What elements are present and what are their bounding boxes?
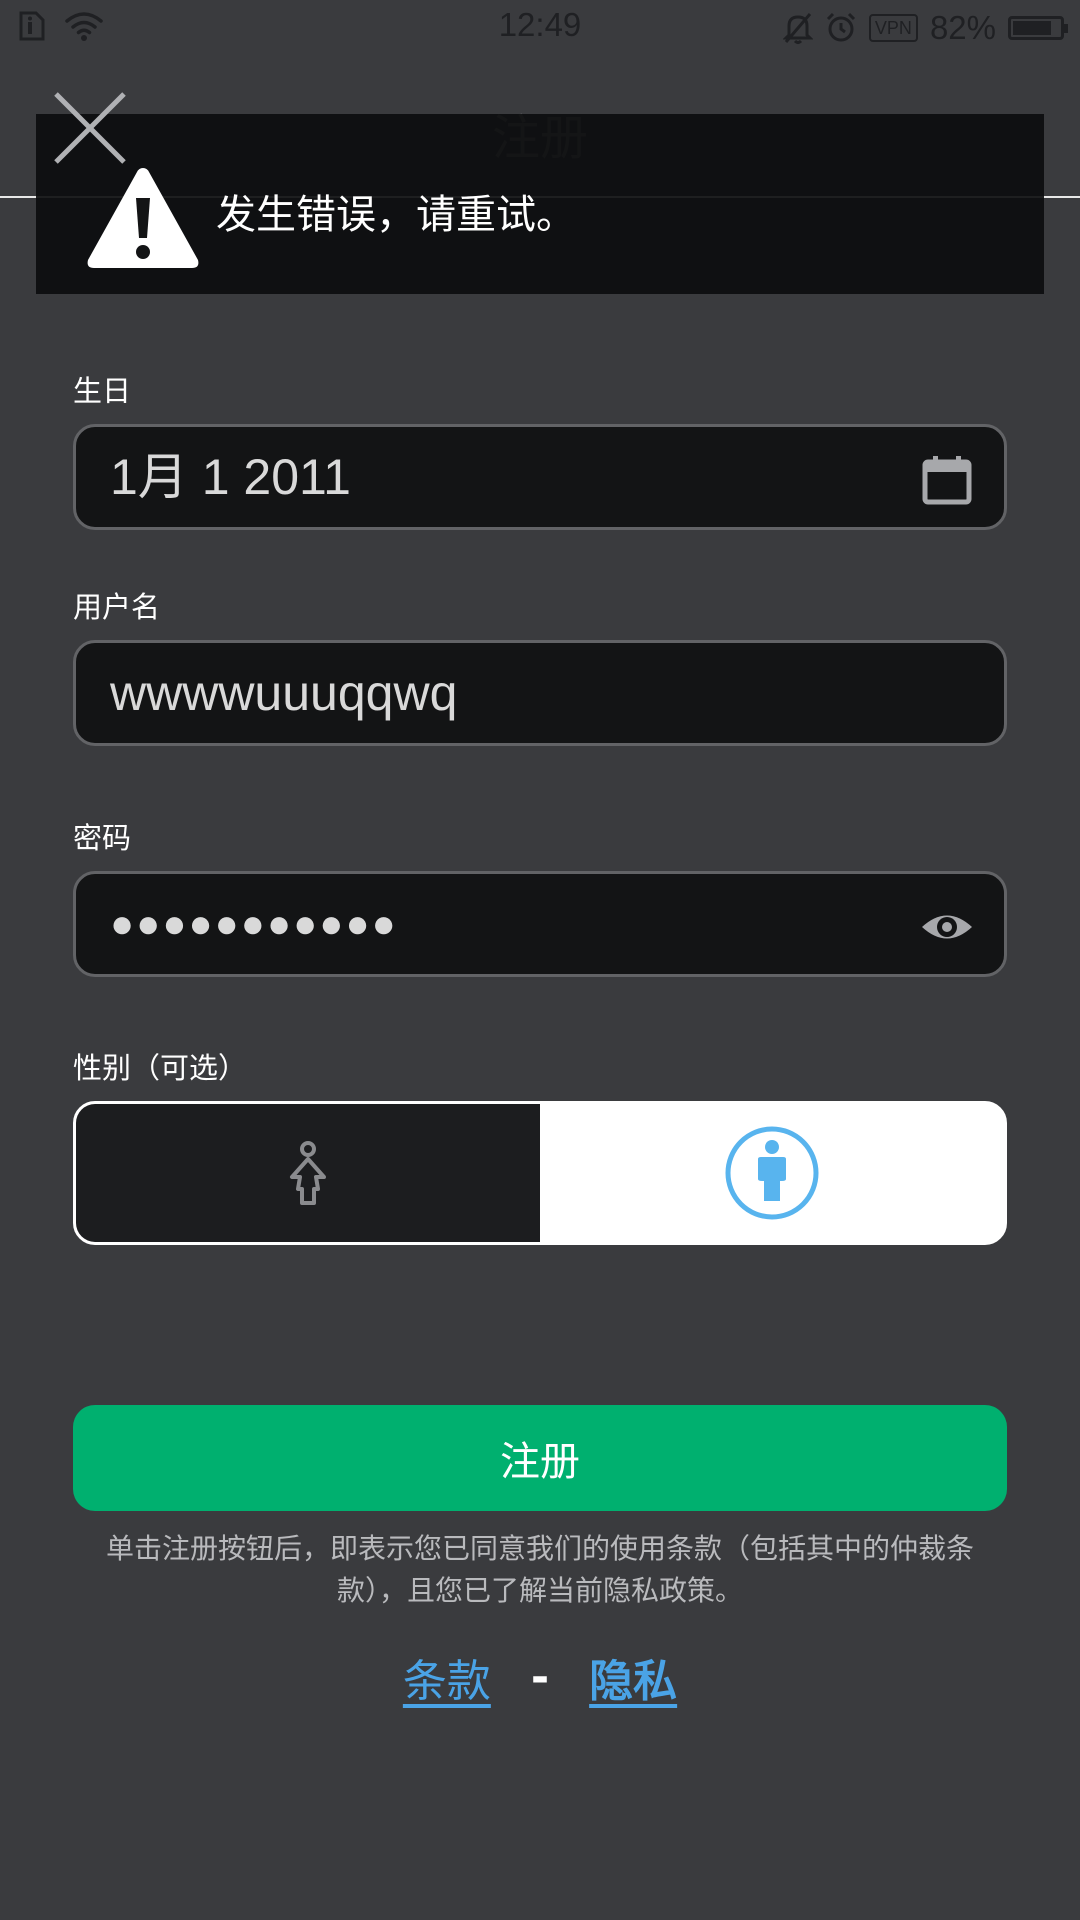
warning-icon xyxy=(87,168,199,268)
username-value: wwwwuuuqqwq xyxy=(110,665,458,721)
legal-notice: 单击注册按钮后，即表示您已同意我们的使用条款（包括其中的仲裁条款），且您已了解当… xyxy=(105,1532,974,1607)
gender-label: 性别（可选） xyxy=(73,1051,248,1085)
register-button[interactable]: 注册 xyxy=(73,1405,1007,1511)
calendar-icon[interactable] xyxy=(920,453,974,507)
legal-links: 条款 - 隐私 xyxy=(0,1645,1080,1709)
password-label: 密码 xyxy=(73,821,132,855)
eye-icon[interactable] xyxy=(920,900,974,954)
gender-option-male[interactable] xyxy=(540,1104,1004,1242)
vpn-icon: VPN xyxy=(868,14,918,42)
links-separator: - xyxy=(530,1651,550,1703)
close-icon[interactable] xyxy=(50,88,130,168)
username-label: 用户名 xyxy=(73,590,161,624)
gender-selector xyxy=(73,1101,1007,1245)
birthday-value: 1月 1 2011 xyxy=(110,449,351,505)
privacy-link[interactable]: 隐私 xyxy=(589,1645,677,1709)
birthday-field[interactable]: 1月 1 2011 xyxy=(73,424,1007,530)
username-field[interactable]: wwwwuuuqqwq xyxy=(73,640,1007,746)
alarm-icon xyxy=(826,12,855,42)
gender-option-female[interactable] xyxy=(76,1104,540,1242)
status-bar-right: VPN 82% xyxy=(782,9,1068,47)
status-bar: 12:49 VPN 82% xyxy=(0,0,1080,58)
password-value: ●●●●●●●●●●● xyxy=(110,902,398,946)
password-field[interactable]: ●●●●●●●●●●● xyxy=(73,871,1007,977)
battery-percent: 82% xyxy=(929,9,996,46)
battery-fill xyxy=(1013,21,1051,35)
birthday-label: 生日 xyxy=(73,374,132,408)
battery-icon xyxy=(1008,16,1068,40)
mute-icon xyxy=(782,13,813,44)
female-icon xyxy=(290,1141,326,1205)
error-toast: 发生错误，请重试。 xyxy=(36,114,1044,294)
error-message: 发生错误，请重试。 xyxy=(216,192,576,238)
male-icon xyxy=(725,1126,819,1220)
terms-link[interactable]: 条款 xyxy=(403,1645,491,1709)
